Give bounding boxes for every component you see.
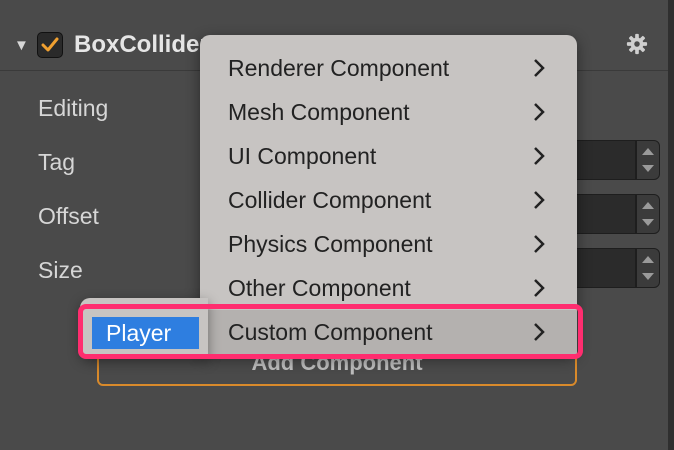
chevron-right-icon <box>534 279 545 297</box>
property-label-offset: Offset <box>38 203 99 229</box>
menu-item-label: Mesh Component <box>228 99 410 125</box>
menu-item-ui[interactable]: UI Component <box>200 134 577 178</box>
chevron-right-icon <box>534 59 545 77</box>
chevron-right-icon <box>534 191 545 209</box>
menu-item-label: Other Component <box>228 275 411 301</box>
gear-icon[interactable] <box>626 33 648 55</box>
property-label-tag: Tag <box>38 149 76 175</box>
tag-stepper[interactable] <box>636 140 660 180</box>
offset-stepper[interactable] <box>636 194 660 234</box>
menu-item-label: UI Component <box>228 143 377 169</box>
menu-item-mesh[interactable]: Mesh Component <box>200 90 577 134</box>
collapse-triangle-icon[interactable]: ▼ <box>14 37 29 54</box>
checkmark-icon <box>41 37 59 52</box>
chevron-right-icon <box>534 147 545 165</box>
size-stepper[interactable] <box>636 248 660 288</box>
panel-edge <box>668 0 674 450</box>
enabled-checkbox[interactable] <box>37 32 63 58</box>
menu-item-physics[interactable]: Physics Component <box>200 222 577 266</box>
chevron-right-icon <box>534 235 545 253</box>
menu-item-label: Collider Component <box>228 187 432 213</box>
menu-item-label: Physics Component <box>228 231 433 257</box>
menu-item-renderer[interactable]: Renderer Component <box>200 46 577 90</box>
menu-item-collider[interactable]: Collider Component <box>200 178 577 222</box>
component-title: BoxCollider <box>74 31 209 58</box>
highlight-annotation <box>78 304 583 359</box>
menu-item-label: Renderer Component <box>228 55 450 81</box>
chevron-right-icon <box>534 103 545 121</box>
property-label-editing: Editing <box>38 95 109 121</box>
property-label-size: Size <box>38 257 83 283</box>
